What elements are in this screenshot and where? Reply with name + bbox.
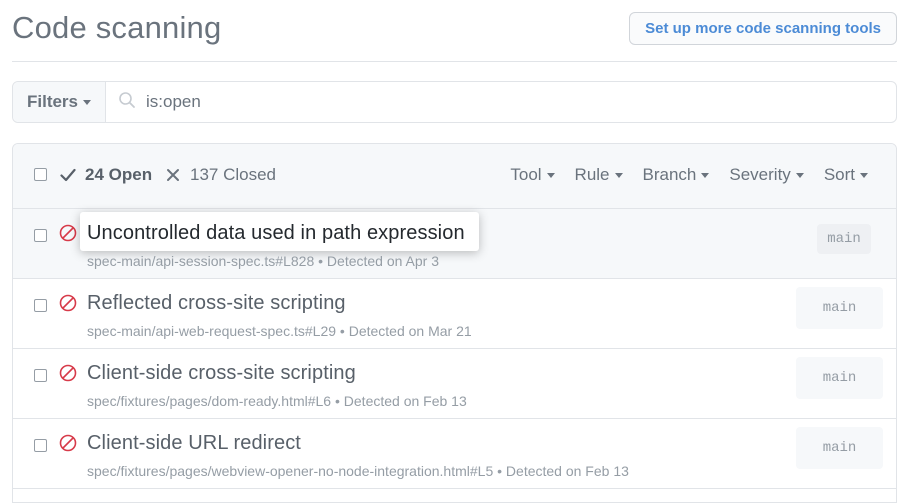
table-row: Uncontrolled data used in path expressio… bbox=[13, 209, 896, 279]
check-icon bbox=[60, 168, 76, 182]
stop-icon bbox=[59, 294, 77, 317]
row-checkbox[interactable] bbox=[34, 229, 47, 242]
sort-label: Sort bbox=[823, 165, 855, 184]
tool-filter-label: Tool bbox=[510, 165, 542, 184]
chevron-down-icon bbox=[701, 172, 710, 178]
stop-icon bbox=[59, 364, 77, 387]
chevron-down-icon bbox=[795, 172, 804, 178]
table-row: Client-side cross-site scripting spec/fi… bbox=[13, 349, 896, 419]
setup-code-scanning-button[interactable]: Set up more code scanning tools bbox=[629, 12, 897, 45]
alert-title-link[interactable]: Uncontrolled data used in path expressio… bbox=[80, 212, 479, 251]
alert-path-link[interactable]: spec-main/api-session-spec.ts#L828 bbox=[87, 253, 314, 269]
branch-label: main bbox=[817, 224, 871, 254]
alert-path-link[interactable]: spec/fixtures/pages/webview-opener-no-no… bbox=[87, 463, 493, 479]
list-header: 24 Open 137 Closed Tool Rule Branch Seve… bbox=[13, 144, 896, 209]
alert-path-link[interactable]: spec/fixtures/pages/dom-ready.html#L6 bbox=[87, 393, 331, 409]
branch-label: main bbox=[796, 357, 883, 399]
alert-title-link[interactable]: Reflected cross-site scripting bbox=[87, 292, 346, 315]
open-count-label: 24 Open bbox=[85, 165, 153, 184]
branch-label: main bbox=[796, 287, 883, 329]
search-input[interactable] bbox=[144, 91, 744, 113]
closed-filter-tab[interactable]: 137 Closed bbox=[166, 165, 276, 185]
select-all-checkbox[interactable] bbox=[34, 168, 47, 181]
row-checkbox[interactable] bbox=[34, 369, 47, 382]
alert-detected-date: Detected on Mar 21 bbox=[348, 323, 472, 339]
chevron-down-icon bbox=[546, 172, 555, 178]
search-icon bbox=[118, 91, 136, 114]
alert-detected-date: Detected on Feb 13 bbox=[343, 393, 467, 409]
filters-dropdown-button[interactable]: Filters bbox=[13, 82, 106, 122]
meta-separator: • bbox=[318, 253, 327, 269]
branch-filter-label: Branch bbox=[642, 165, 697, 184]
chevron-down-icon bbox=[860, 172, 868, 178]
rule-filter-label: Rule bbox=[574, 165, 610, 184]
filters-label: Filters bbox=[26, 92, 79, 111]
search-container bbox=[106, 82, 896, 122]
chevron-down-icon bbox=[614, 172, 623, 178]
stop-icon bbox=[59, 224, 77, 247]
meta-separator: • bbox=[334, 393, 344, 409]
sort-dropdown[interactable]: Sort bbox=[824, 165, 868, 185]
branch-filter-dropdown[interactable]: Branch bbox=[643, 165, 710, 185]
page-header: Code scanning Set up more code scanning … bbox=[12, 0, 897, 62]
meta-separator: • bbox=[497, 463, 506, 479]
x-icon bbox=[166, 168, 180, 182]
table-row: Reflected cross-site scripting spec-main… bbox=[13, 279, 896, 349]
chevron-down-icon bbox=[83, 99, 92, 105]
meta-separator: • bbox=[339, 323, 349, 339]
alert-meta: spec-main/api-session-spec.ts#L828 • Det… bbox=[87, 253, 439, 269]
alert-detected-date: Detected on Feb 13 bbox=[505, 463, 629, 479]
rule-filter-dropdown[interactable]: Rule bbox=[575, 165, 623, 185]
page-title: Code scanning bbox=[12, 10, 222, 45]
table-row: Client-side URL redirect spec/fixtures/p… bbox=[13, 419, 896, 489]
branch-label: main bbox=[796, 427, 883, 469]
row-checkbox[interactable] bbox=[34, 439, 47, 452]
alert-path-link[interactable]: spec-main/api-web-request-spec.ts#L29 bbox=[87, 323, 336, 339]
alert-title-link[interactable]: Client-side URL redirect bbox=[87, 432, 301, 455]
alert-meta: spec/fixtures/pages/webview-opener-no-no… bbox=[87, 463, 629, 479]
list-filter-menus: Tool Rule Branch Severity Sort bbox=[510, 165, 868, 185]
alert-detected-date: Detected on Apr 3 bbox=[326, 253, 439, 269]
stop-icon bbox=[59, 434, 77, 457]
alert-meta: spec-main/api-web-request-spec.ts#L29 • … bbox=[87, 323, 472, 339]
severity-filter-dropdown[interactable]: Severity bbox=[729, 165, 804, 185]
alert-title-link[interactable]: Client-side cross-site scripting bbox=[87, 362, 356, 385]
row-checkbox[interactable] bbox=[34, 299, 47, 312]
alert-meta: spec/fixtures/pages/dom-ready.html#L6 • … bbox=[87, 393, 467, 409]
closed-count-label: 137 Closed bbox=[190, 165, 277, 184]
open-filter-tab[interactable]: 24 Open bbox=[60, 165, 152, 185]
severity-filter-label: Severity bbox=[729, 165, 791, 184]
alert-list: 24 Open 137 Closed Tool Rule Branch Seve… bbox=[12, 143, 897, 503]
tool-filter-dropdown[interactable]: Tool bbox=[510, 165, 555, 185]
filter-bar: Filters bbox=[12, 81, 897, 123]
